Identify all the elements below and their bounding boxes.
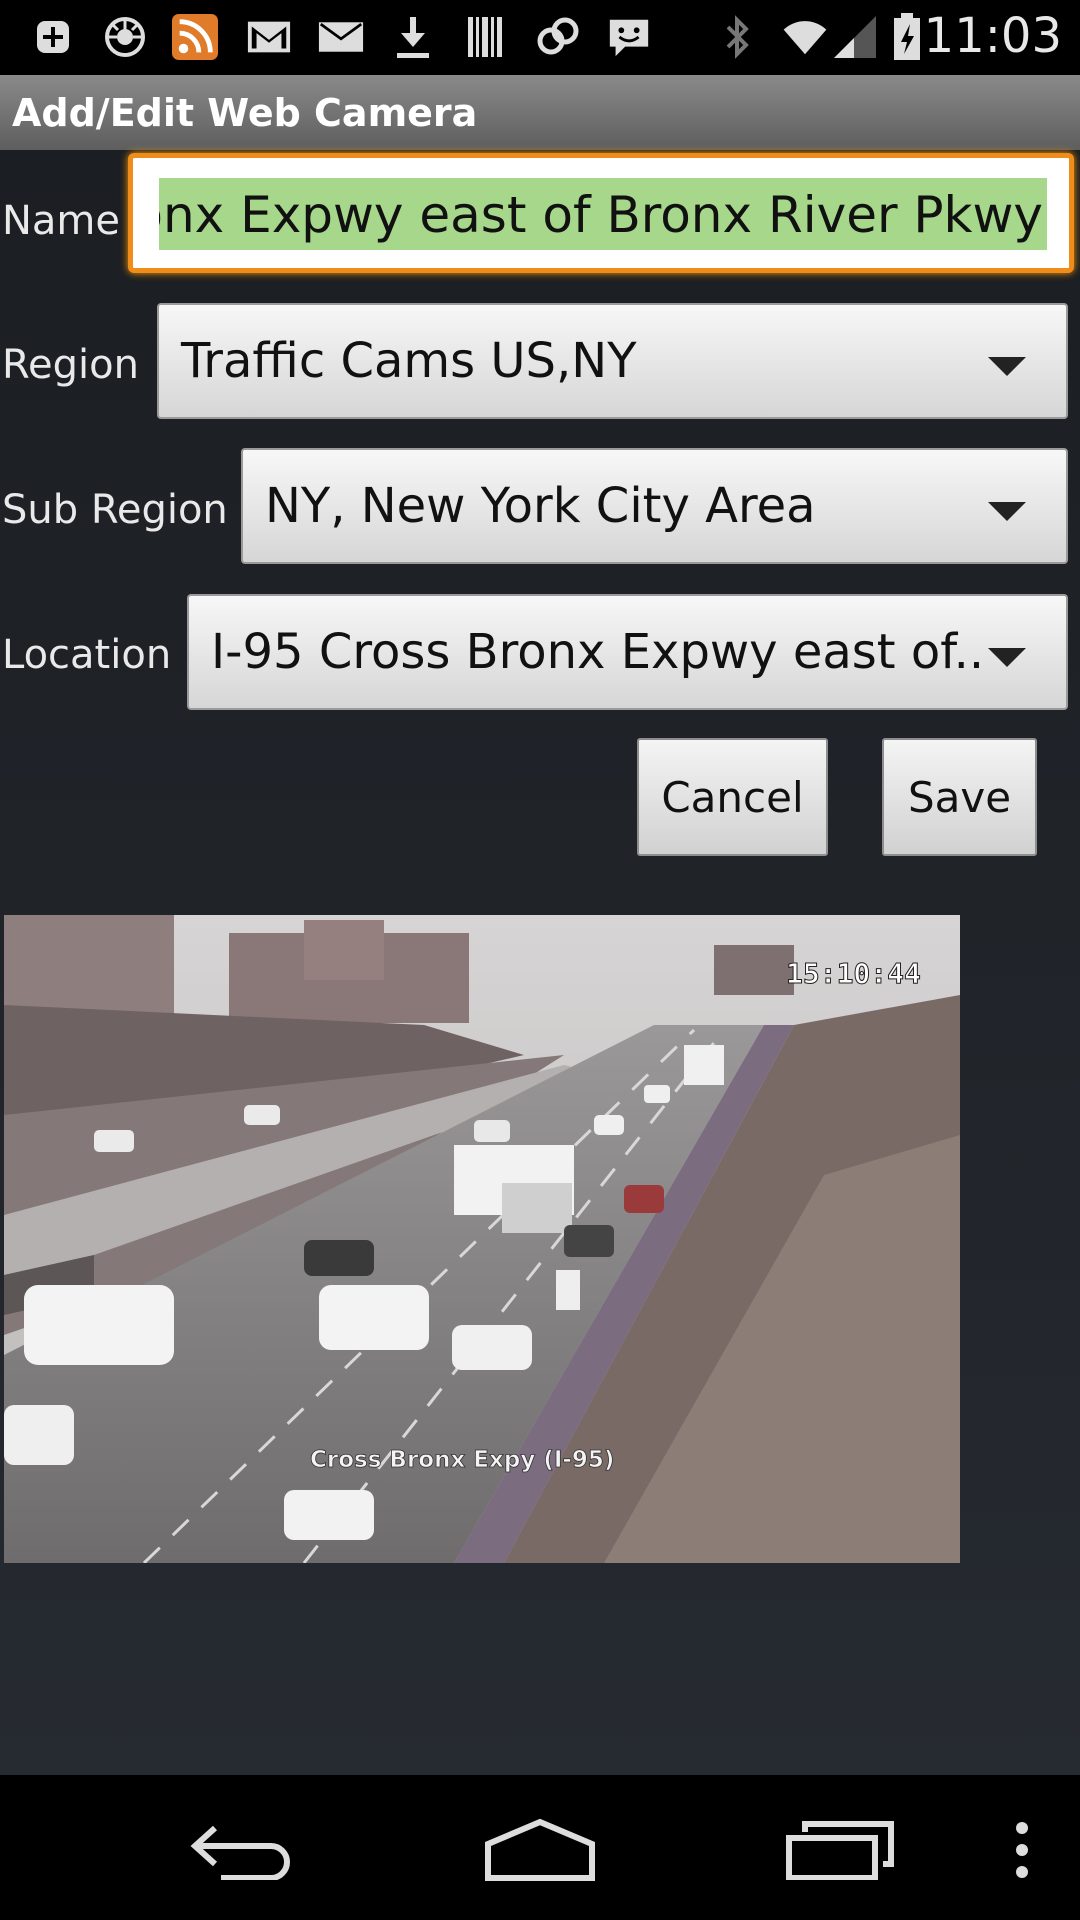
title-bar: Add/Edit Web Camera [0,75,1080,150]
region-dropdown-value: Traffic Cams US,NY [181,333,637,389]
rss-icon [172,14,218,60]
home-icon[interactable] [480,1805,600,1895]
dropdown-arrow-icon [988,648,1026,667]
location-label: Location [2,632,172,678]
chat-icon [606,14,652,60]
download-icon [390,14,436,60]
plus-box-icon [30,14,76,60]
camera-timestamp: 15:10:44 [786,957,921,990]
weather-icon [102,14,148,60]
bluetooth-icon [714,14,760,60]
page-title: Add/Edit Web Camera [12,91,478,135]
subregion-dropdown-value: NY, New York City Area [265,478,816,534]
subregion-label: Sub Region [2,487,228,533]
back-icon[interactable] [180,1805,300,1895]
subregion-dropdown[interactable]: NY, New York City Area [241,448,1068,564]
save-button[interactable]: Save [882,738,1037,856]
barcode-icon [462,14,508,60]
status-clock: 11:03 [923,8,1062,64]
overflow-menu-icon[interactable] [1000,1805,1044,1895]
cancel-button[interactable]: Cancel [637,738,828,856]
region-label: Region [2,342,139,388]
wifi-icon [782,14,828,60]
email-icon [318,14,364,60]
navigation-bar [0,1775,1080,1920]
name-input[interactable]: ronx Expwy east of Bronx River Pkwy [128,153,1074,273]
region-dropdown[interactable]: Traffic Cams US,NY [157,303,1068,419]
location-dropdown[interactable]: I-95 Cross Bronx Expwy east of.. [187,594,1068,710]
dropdown-arrow-icon [988,502,1026,521]
camera-caption: Cross Bronx Expy (I-95) [310,1447,614,1473]
name-label: Name [2,198,121,244]
name-input-value: ronx Expwy east of Bronx River Pkwy [159,186,1043,244]
sync-icon [534,14,580,60]
camera-preview-image: 15:10:44 Cross Bronx Expy (I-95) [4,915,960,1563]
signal-icon [832,14,878,60]
recent-apps-icon[interactable] [780,1805,900,1895]
name-input-selection: ronx Expwy east of Bronx River Pkwy [159,178,1047,250]
dropdown-arrow-icon [988,357,1026,376]
location-dropdown-value: I-95 Cross Bronx Expwy east of.. [211,624,985,680]
gmail-icon [246,14,292,60]
status-bar: 11:03 [0,0,1080,75]
